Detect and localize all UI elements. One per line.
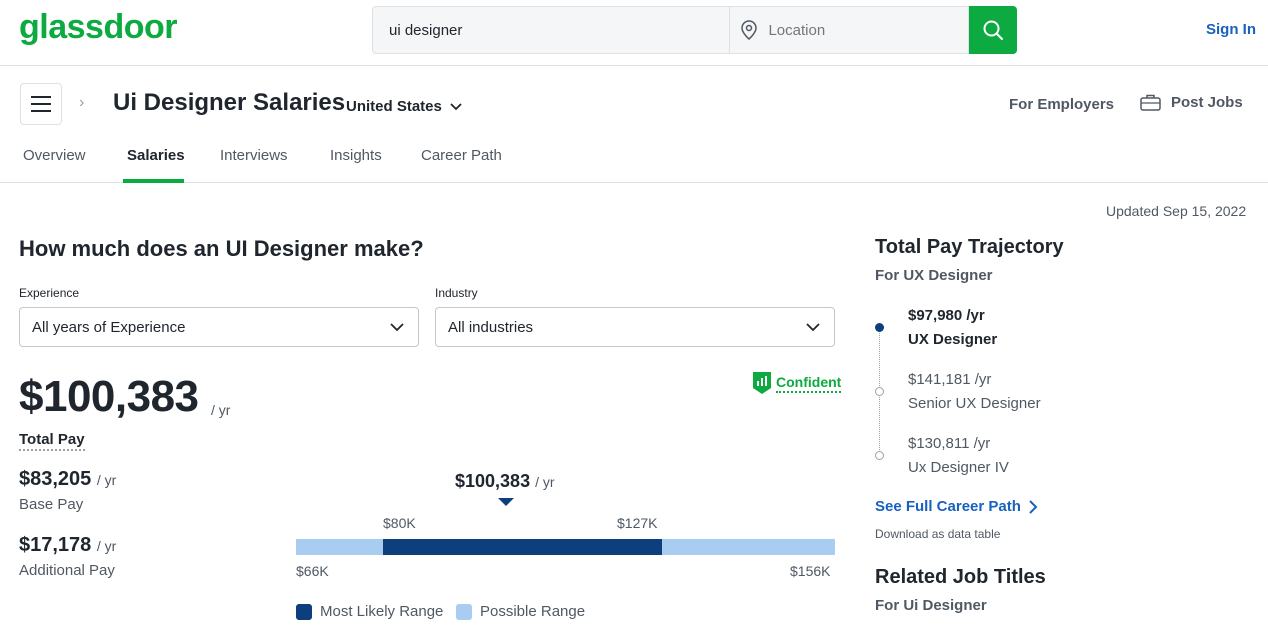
tab-bar: Overview Salaries Interviews Insights Ca…	[0, 140, 1268, 183]
likely-swatch	[296, 603, 312, 620]
download-data-table-link[interactable]: Download as data table	[875, 527, 1000, 541]
possible-low-label: $66K	[296, 563, 329, 579]
chevron-down-icon	[390, 323, 404, 331]
trajectory-salary: $141,181 /yr	[908, 371, 992, 388]
confidence-badge[interactable]: Confident	[752, 371, 842, 395]
industry-value: All industries	[448, 318, 534, 336]
chevron-down-icon	[450, 102, 462, 110]
legend-possible-label: Possible Range	[480, 603, 586, 620]
industry-select[interactable]: All industries	[435, 307, 835, 347]
possible-high-label: $156K	[790, 563, 831, 579]
additional-pay-label: Additional Pay	[19, 562, 115, 579]
trajectory-job-title[interactable]: Senior UX Designer	[908, 395, 1041, 412]
for-employers-link[interactable]: For Employers	[1009, 96, 1114, 113]
related-titles-subtitle: For Ui Designer	[875, 597, 987, 614]
tab-career-path[interactable]: Career Path	[421, 147, 502, 164]
post-jobs-label: Post Jobs	[1171, 93, 1243, 111]
chevron-right-icon	[1029, 499, 1038, 514]
timeline-dot	[875, 451, 884, 460]
median-marker	[498, 498, 514, 506]
median-pay-value: $100,383 / yr	[455, 471, 555, 491]
tab-interviews[interactable]: Interviews	[220, 147, 288, 164]
total-pay-unit: / yr	[211, 402, 231, 418]
trajectory-subtitle: For UX Designer	[875, 267, 993, 284]
location-placeholder: Location	[768, 21, 826, 39]
confidence-label: Confident	[776, 374, 842, 393]
location-pin-icon	[741, 20, 758, 40]
sign-in-link[interactable]: Sign In	[1206, 21, 1256, 38]
location-input[interactable]: Location	[729, 6, 970, 54]
total-pay-label[interactable]: Total Pay	[19, 431, 85, 451]
briefcase-icon	[1140, 94, 1161, 111]
likely-range-bar	[383, 539, 662, 555]
menu-button[interactable]	[20, 83, 62, 125]
trajectory-job-title[interactable]: Ux Designer IV	[908, 459, 1009, 476]
tab-salaries[interactable]: Salaries	[127, 147, 185, 164]
country-label: United States	[346, 98, 442, 115]
trajectory-job-title[interactable]: UX Designer	[908, 331, 997, 348]
base-pay-value: $83,205 / yr	[19, 468, 117, 490]
trajectory-salary: $97,980 /yr	[908, 307, 985, 324]
legend-possible: Possible Range	[456, 603, 585, 620]
page-title: Ui Designer Salaries	[113, 89, 346, 116]
likely-low-label: $80K	[383, 515, 416, 531]
hamburger-icon	[31, 96, 51, 112]
see-full-career-path-link[interactable]: See Full Career Path	[875, 498, 1038, 515]
tab-overview[interactable]: Overview	[23, 147, 86, 164]
chevron-right-icon: ›	[79, 94, 85, 111]
timeline-dot	[875, 387, 884, 396]
search-button[interactable]	[969, 6, 1017, 54]
salary-question-heading: How much does an UI Designer make?	[19, 236, 424, 261]
glassdoor-logo[interactable]: glassdoor	[19, 8, 177, 47]
career-link-label: See Full Career Path	[875, 498, 1021, 515]
additional-pay-value: $17,178 / yr	[19, 534, 117, 556]
confidence-shield-icon	[753, 372, 771, 394]
chevron-down-icon	[806, 323, 820, 331]
updated-date: Updated Sep 15, 2022	[1106, 203, 1247, 219]
trajectory-title: Total Pay Trajectory	[875, 236, 1064, 258]
legend-likely-label: Most Likely Range	[320, 603, 444, 620]
job-search-input[interactable]: ui designer	[372, 6, 730, 54]
possible-swatch	[456, 603, 472, 620]
experience-select[interactable]: All years of Experience	[19, 307, 419, 347]
timeline-dot-current	[875, 323, 884, 332]
search-bar: ui designer Location	[372, 6, 1017, 54]
likely-high-label: $127K	[617, 515, 658, 531]
experience-value: All years of Experience	[32, 318, 186, 336]
total-pay-value: $100,383	[19, 372, 199, 421]
industry-label: Industry	[435, 286, 478, 300]
search-icon	[983, 20, 1004, 40]
related-titles-heading: Related Job Titles	[875, 566, 1046, 588]
experience-label: Experience	[19, 286, 80, 300]
base-pay-label: Base Pay	[19, 496, 84, 513]
top-bar: glassdoor ui designer Location Sign In	[0, 0, 1268, 66]
post-jobs-link[interactable]: Post Jobs	[1140, 93, 1243, 111]
legend-likely: Most Likely Range	[296, 603, 443, 620]
tab-insights[interactable]: Insights	[330, 147, 382, 164]
trajectory-salary: $130,811 /yr	[908, 435, 991, 452]
active-tab-indicator	[123, 179, 184, 183]
country-selector[interactable]: United States	[346, 98, 462, 115]
